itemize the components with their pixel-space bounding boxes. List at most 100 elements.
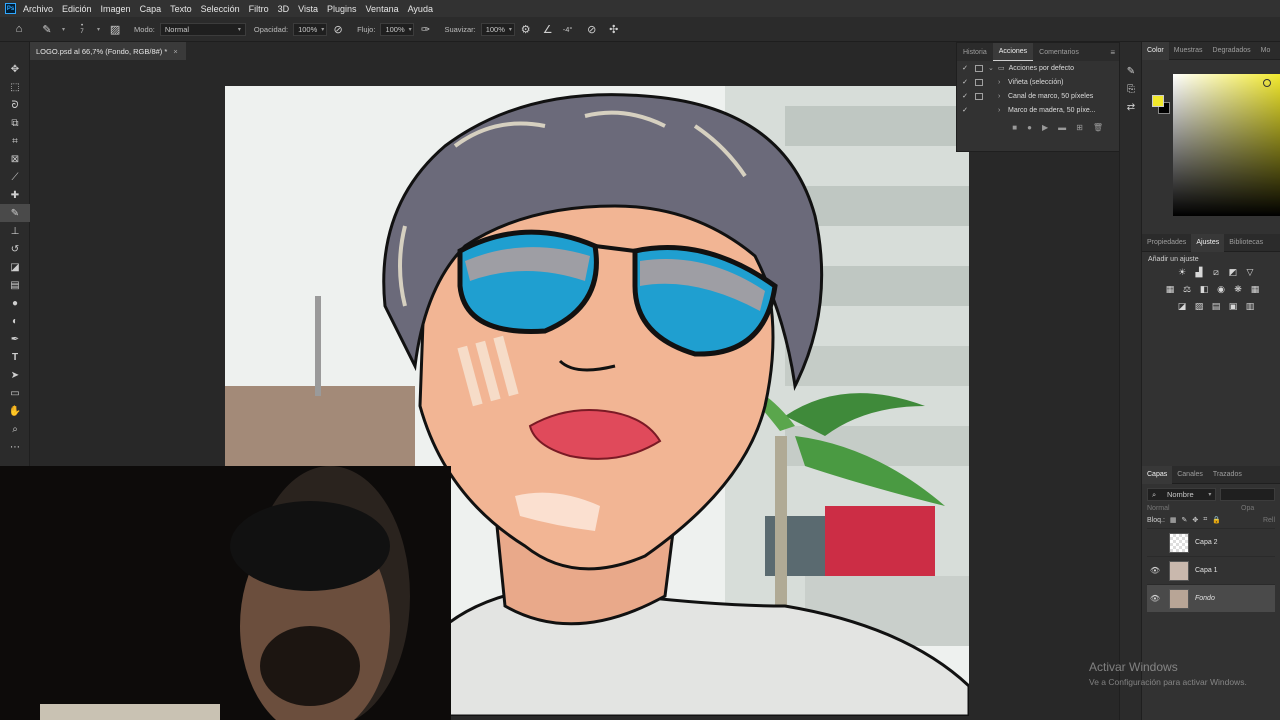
gradient-icon[interactable]: ▤: [0, 276, 30, 294]
chevron-down-icon[interactable]: ▾: [62, 26, 65, 33]
photo-filter-icon[interactable]: ◉: [1215, 283, 1227, 295]
adjust-sliders-icon[interactable]: ⇄: [1120, 98, 1142, 116]
trash-icon[interactable]: 🗑: [1093, 123, 1103, 132]
menu-plugins[interactable]: Plugins: [327, 4, 357, 14]
tab-historia[interactable]: Historia: [957, 43, 993, 61]
more-tools-icon[interactable]: ⋯: [0, 438, 30, 456]
tab-more[interactable]: Mo: [1256, 42, 1276, 60]
tab-ajustes[interactable]: Ajustes: [1191, 233, 1225, 252]
dialog-toggle-icon[interactable]: [975, 92, 983, 100]
healing-icon[interactable]: ✚: [0, 186, 30, 204]
check-icon[interactable]: ✓: [960, 64, 970, 72]
lock-icon[interactable]: 🔒: [1212, 516, 1221, 524]
channel-mixer-icon[interactable]: ❋: [1232, 283, 1244, 295]
blur-icon[interactable]: ●: [0, 294, 30, 312]
menu-texto[interactable]: Texto: [170, 4, 192, 14]
selective-color-icon[interactable]: ▣: [1227, 300, 1239, 312]
tab-trazados[interactable]: Trazados: [1208, 466, 1247, 484]
stamp-icon[interactable]: ⊥: [0, 222, 30, 240]
tab-capas[interactable]: Capas: [1142, 465, 1173, 484]
curves-icon[interactable]: ⧄: [1210, 266, 1222, 278]
lock-transparent-icon[interactable]: ▦: [1170, 516, 1177, 524]
tab-acciones[interactable]: Acciones: [992, 43, 1034, 61]
crop-icon[interactable]: ⌗: [0, 132, 30, 150]
tab-degradados[interactable]: Degradados: [1208, 42, 1256, 60]
gradient-map-icon[interactable]: ▥: [1244, 300, 1256, 312]
new-action-icon[interactable]: ⊞: [1076, 123, 1083, 132]
dialog-toggle-icon[interactable]: [975, 107, 983, 114]
object-select-icon[interactable]: ⧉: [0, 114, 30, 132]
path-select-icon[interactable]: ➤: [0, 366, 30, 384]
brush-preset-icon[interactable]: ✎: [40, 22, 54, 36]
color-balance-icon[interactable]: ⚖: [1181, 283, 1193, 295]
tab-canales[interactable]: Canales: [1172, 466, 1208, 484]
brush-size-icon[interactable]: • 7: [75, 22, 89, 36]
foreground-color-swatch[interactable]: [1152, 95, 1164, 107]
marquee-icon[interactable]: ⬚: [0, 78, 30, 96]
panel-menu-icon[interactable]: ≡: [1110, 48, 1115, 57]
record-icon[interactable]: ●: [1027, 123, 1032, 132]
lasso-icon[interactable]: ᘐ: [0, 96, 30, 114]
pressure-opacity-icon[interactable]: ⊘: [331, 22, 345, 36]
smooth-field[interactable]: 100% ▾: [480, 22, 515, 36]
menu-imagen[interactable]: Imagen: [101, 4, 131, 14]
move-icon[interactable]: ✥: [0, 60, 30, 78]
check-icon[interactable]: ✓: [960, 106, 970, 114]
pressure-size-icon[interactable]: ⊘: [585, 22, 599, 36]
tab-bibliotecas[interactable]: Bibliotecas: [1224, 234, 1268, 252]
brush-settings-icon[interactable]: ▨: [108, 22, 122, 36]
layer-row-selected[interactable]: 👁 Fondo: [1147, 584, 1275, 612]
tab-muestras[interactable]: Muestras: [1169, 42, 1208, 60]
opacity-field[interactable]: 100% ▾: [293, 22, 328, 36]
exposure-icon[interactable]: ◩: [1227, 266, 1239, 278]
close-icon[interactable]: ×: [173, 47, 177, 56]
tab-color[interactable]: Color: [1142, 41, 1169, 60]
angle-field[interactable]: -4°: [559, 23, 581, 36]
zoom-icon[interactable]: ⌕: [0, 420, 30, 438]
menu-vista[interactable]: Vista: [298, 4, 318, 14]
stop-icon[interactable]: ■: [1012, 123, 1017, 132]
hand-icon[interactable]: ✋: [0, 402, 30, 420]
menu-3d[interactable]: 3D: [278, 4, 290, 14]
color-picker-field[interactable]: [1173, 74, 1280, 216]
gear-icon[interactable]: ⚙: [519, 22, 533, 36]
play-icon[interactable]: ▶: [1042, 123, 1048, 132]
action-row[interactable]: ✓ › Canal de marco, 50 píxeles: [957, 89, 1119, 103]
mode-select[interactable]: Normal ▾: [159, 22, 246, 36]
menu-filtro[interactable]: Filtro: [249, 4, 269, 14]
posterize-icon[interactable]: ▨: [1193, 300, 1205, 312]
layer-row[interactable]: Capa 2: [1147, 528, 1275, 556]
black-white-icon[interactable]: ◧: [1198, 283, 1210, 295]
flow-field[interactable]: 100% ▾: [380, 22, 415, 36]
chevron-right-icon[interactable]: ›: [998, 79, 1008, 86]
menu-capa[interactable]: Capa: [140, 4, 162, 14]
eye-icon[interactable]: 👁: [1147, 566, 1163, 575]
blend-mode-select[interactable]: Normal: [1147, 505, 1237, 512]
menu-archivo[interactable]: Archivo: [23, 4, 53, 14]
chevron-right-icon[interactable]: ›: [998, 93, 1008, 100]
menu-edicion[interactable]: Edición: [62, 4, 92, 14]
rectangle-icon[interactable]: ▭: [0, 384, 30, 402]
check-icon[interactable]: ✓: [960, 78, 970, 86]
tab-comentarios[interactable]: Comentarios: [1033, 43, 1085, 61]
eyedropper-icon[interactable]: ⟋: [0, 168, 30, 186]
check-icon[interactable]: ✓: [960, 92, 970, 100]
chevron-right-icon[interactable]: ›: [998, 107, 1008, 114]
threshold-icon[interactable]: ▤: [1210, 300, 1222, 312]
vibrance-icon[interactable]: ▽: [1244, 266, 1256, 278]
menu-ayuda[interactable]: Ayuda: [408, 4, 433, 14]
type-icon[interactable]: T: [0, 348, 30, 366]
history-brush-icon[interactable]: ↺: [0, 240, 30, 258]
dialog-toggle-icon[interactable]: [975, 78, 983, 86]
eraser-icon[interactable]: ◪: [0, 258, 30, 276]
eye-icon[interactable]: 👁: [1147, 594, 1163, 603]
chevron-down-icon[interactable]: ▾: [97, 26, 100, 33]
document-tab[interactable]: LOGO.psd al 66,7% (Fondo, RGB/8#) * ×: [30, 42, 186, 60]
lock-artboard-icon[interactable]: ⌗: [1203, 516, 1207, 524]
tab-propiedades[interactable]: Propiedades: [1142, 234, 1191, 252]
layer-filter-toggle[interactable]: [1220, 488, 1275, 501]
dodge-icon[interactable]: ◐: [0, 312, 30, 330]
new-set-icon[interactable]: ▬: [1058, 123, 1066, 132]
clone-source-icon[interactable]: ⎘: [1120, 80, 1142, 98]
invert-icon[interactable]: ◪: [1176, 300, 1188, 312]
